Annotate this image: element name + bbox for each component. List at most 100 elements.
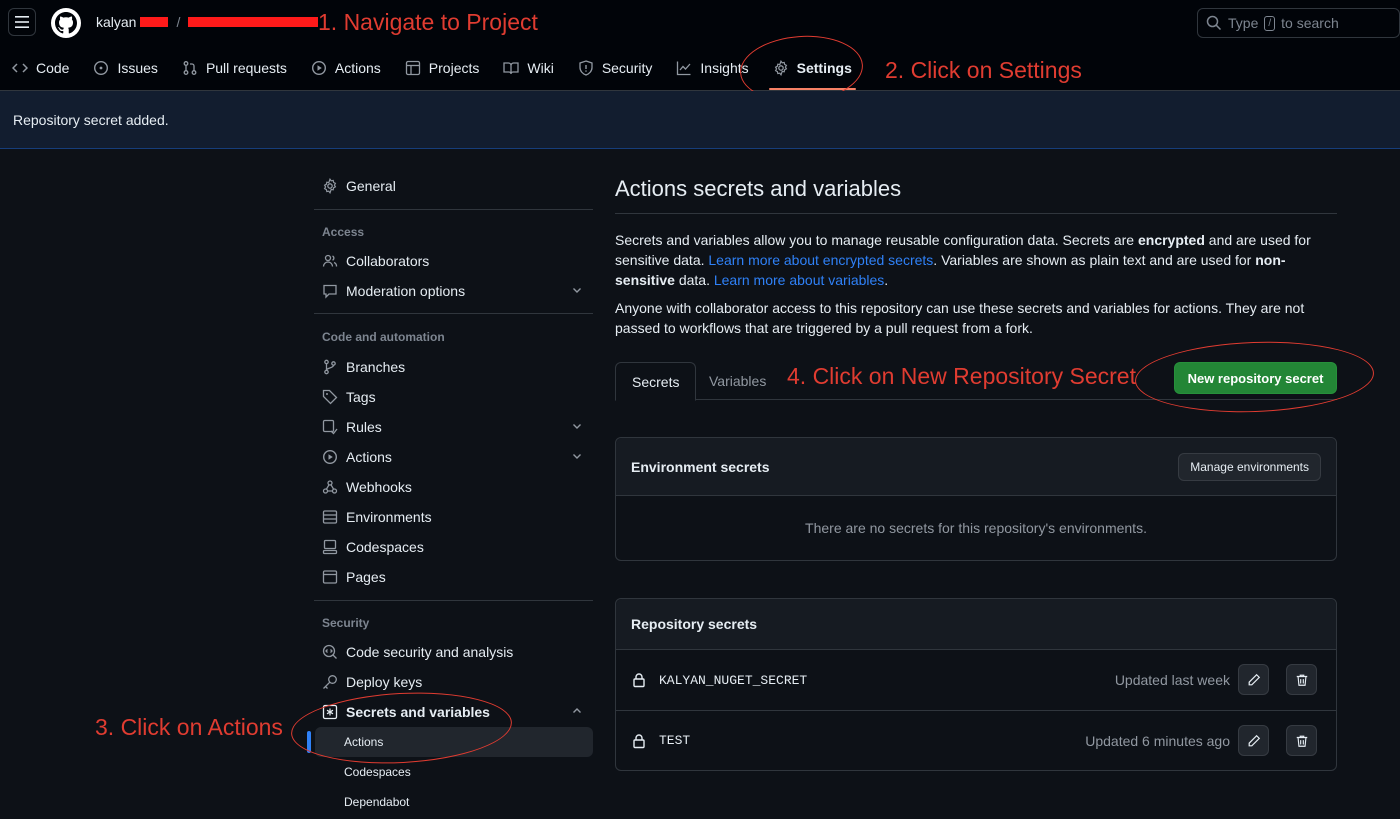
sidebar-item-label: Actions <box>344 735 384 749</box>
tab-label: Code <box>36 60 70 76</box>
tab-settings[interactable]: Settings <box>761 50 864 90</box>
annotation-step-2: 2. Click on Settings <box>885 57 1082 83</box>
sidebar-item-moderation[interactable]: Moderation options <box>307 276 593 306</box>
sidebar-item-tags[interactable]: Tags <box>307 382 593 412</box>
annotation-step-4: 4. Click on New Repository Secret <box>787 363 1136 389</box>
sidebar-item-codespaces[interactable]: Codespaces <box>307 532 593 562</box>
sidebar-item-webhooks[interactable]: Webhooks <box>307 472 593 502</box>
tab-label: Pull requests <box>205 60 287 76</box>
repository-secrets-header: Repository secrets <box>616 599 1336 650</box>
secret-name: KALYAN_NUGET_SECRET <box>659 672 808 688</box>
sidebar-item-secrets-and-variables[interactable]: Secrets and variables <box>307 697 593 727</box>
sidebar-item-pages[interactable]: Pages <box>307 562 593 592</box>
manage-environments-button[interactable]: Manage environments <box>1178 453 1321 481</box>
tab-insights[interactable]: Insights <box>664 50 760 86</box>
tab-projects[interactable]: Projects <box>393 50 492 86</box>
comment-icon <box>323 284 337 299</box>
pull-request-icon <box>183 61 197 75</box>
sidebar-item-deploy-keys[interactable]: Deploy keys <box>307 667 593 697</box>
breadcrumb: kalyan / <box>96 14 319 30</box>
edit-secret-button[interactable] <box>1238 664 1269 695</box>
chevron-down-icon <box>573 424 581 429</box>
repository-secrets-heading: Repository secrets <box>631 616 758 632</box>
sidebar-subitem-dependabot[interactable]: Dependabot <box>315 787 593 817</box>
tab-wiki[interactable]: Wiki <box>491 50 565 86</box>
sidebar-item-label: Environments <box>346 509 432 525</box>
collaborator-note: Anyone with collaborator access to this … <box>615 300 1305 336</box>
asterisk-icon <box>322 704 338 720</box>
global-header: kalyan / 1. Navigate to Project Type / t… <box>0 0 1400 91</box>
title-divider <box>615 213 1337 214</box>
sidebar-item-collaborators[interactable]: Collaborators <box>307 246 593 276</box>
tab-label: Insights <box>700 60 749 76</box>
edit-secret-button[interactable] <box>1238 725 1269 756</box>
github-logo-icon[interactable] <box>51 8 81 38</box>
sidebar-item-label: Webhooks <box>346 479 412 495</box>
pencil-icon <box>1248 673 1260 685</box>
trash-icon <box>1296 735 1307 747</box>
sidebar-subitem-codespaces[interactable]: Codespaces <box>315 757 593 787</box>
learn-encrypted-secrets-link[interactable]: Learn more about encrypted secrets <box>708 252 933 268</box>
sidebar-item-code-security[interactable]: Code security and analysis <box>307 637 593 667</box>
tab-label: Issues <box>117 60 158 76</box>
tab-issues[interactable]: Issues <box>81 50 169 86</box>
issue-icon <box>94 60 109 76</box>
secrets-list: KALYAN_NUGET_SECRET Updated last week TE… <box>616 650 1336 770</box>
tab-variables[interactable]: Variables <box>693 362 782 400</box>
learn-variables-link[interactable]: Learn more about variables <box>714 272 884 288</box>
tag-icon <box>322 389 338 405</box>
tab-actions[interactable]: Actions <box>299 50 393 86</box>
repo-owner-link[interactable]: kalyan <box>96 14 136 30</box>
sidebar-item-branches[interactable]: Branches <box>307 352 593 382</box>
menu-button[interactable] <box>8 8 36 36</box>
search-input[interactable]: Type / to search <box>1197 8 1400 38</box>
delete-secret-button[interactable] <box>1286 725 1317 756</box>
flash-banner: Repository secret added. <box>0 91 1400 149</box>
delete-secret-button[interactable] <box>1286 664 1317 695</box>
search-placeholder-prefix: Type <box>1228 15 1259 31</box>
sidebar-item-label: Tags <box>346 389 376 405</box>
sidebar-divider <box>314 209 593 210</box>
tab-secrets[interactable]: Secrets <box>615 362 697 401</box>
sidebar-subitem-actions[interactable]: Actions <box>307 727 593 757</box>
graph-icon <box>677 61 691 76</box>
play-icon <box>311 60 326 76</box>
repo-name-redacted-link[interactable] <box>188 17 319 27</box>
chevron-down-icon <box>573 288 581 293</box>
secret-updated: Updated 6 minutes ago <box>1085 732 1230 749</box>
search-icon <box>1206 15 1222 31</box>
codespaces-icon <box>322 539 338 555</box>
tab-label: Projects <box>428 60 480 76</box>
tab-security[interactable]: Security <box>566 50 665 86</box>
description-text: . <box>884 272 889 288</box>
environment-secrets-header: Environment secrets Manage environments <box>616 438 1336 496</box>
sidebar-item-label: Moderation options <box>346 283 466 299</box>
hamburger-icon <box>15 16 29 28</box>
sidebar-item-actions[interactable]: Actions <box>307 442 593 472</box>
tab-label: Security <box>601 60 653 76</box>
redaction-mark <box>140 17 169 27</box>
sidebar-item-general[interactable]: General <box>307 171 593 201</box>
annotation-step-1: 1. Navigate to Project <box>318 9 538 35</box>
rules-icon <box>322 419 338 435</box>
secret-row: TEST Updated 6 minutes ago <box>616 710 1336 770</box>
repository-secrets-box: Repository secrets KALYAN_NUGET_SECRET U… <box>615 598 1337 771</box>
sidebar-item-label: Rules <box>346 419 382 435</box>
book-icon <box>503 62 520 75</box>
tab-code[interactable]: Code <box>0 50 81 86</box>
new-repository-secret-button[interactable]: New repository secret <box>1174 362 1337 394</box>
tab-label: Wiki <box>527 60 554 76</box>
environment-secrets-empty: There are no secrets for this repository… <box>805 520 1147 536</box>
tab-pull-requests[interactable]: Pull requests <box>170 50 299 86</box>
chevron-up-icon <box>573 708 581 713</box>
play-icon <box>322 449 338 465</box>
sidebar-item-environments[interactable]: Environments <box>307 502 593 532</box>
sidebar-divider <box>314 313 593 314</box>
sidebar-item-label: Deploy keys <box>346 674 423 690</box>
sidebar-item-label: Branches <box>346 359 406 375</box>
environment-secrets-heading: Environment secrets <box>631 458 770 475</box>
sidebar-item-label: Collaborators <box>346 253 430 269</box>
sidebar-item-rules[interactable]: Rules <box>307 412 593 442</box>
annotation-step-3: 3. Click on Actions <box>95 714 283 740</box>
description-text: . Variables are shown as plain text and … <box>933 252 1256 268</box>
